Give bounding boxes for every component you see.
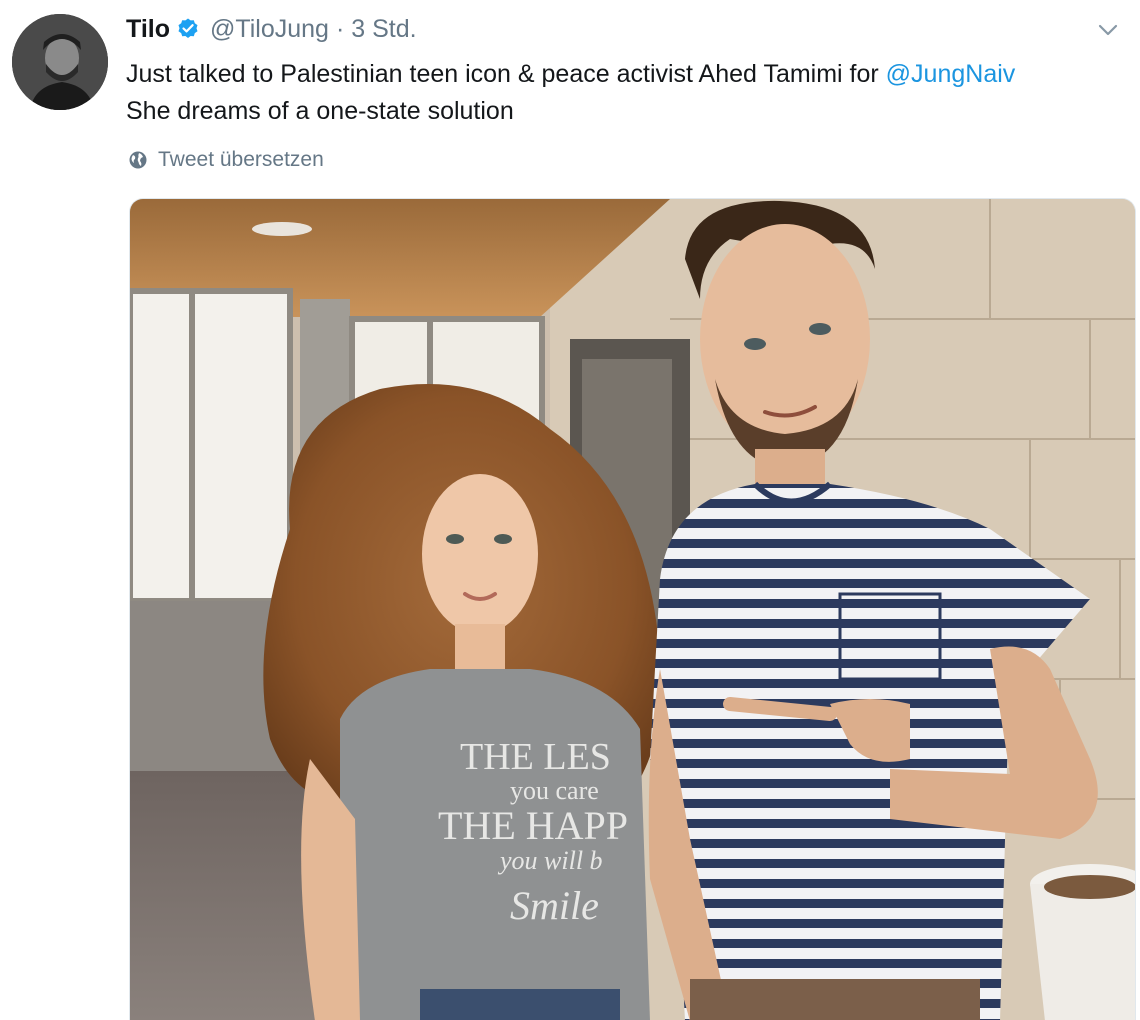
globe-icon: [128, 150, 148, 170]
photo-image: THE LES you care THE HAPP you will b Smi…: [130, 199, 1135, 1020]
shirt-text-line-3: THE HAPP: [438, 803, 628, 848]
shirt-text-line-1: THE LES: [460, 736, 611, 778]
avatar[interactable]: [12, 14, 108, 110]
user-handle[interactable]: @TiloJung: [210, 15, 329, 44]
tweet-text: Just talked to Palestinian teen icon & p…: [126, 56, 1126, 130]
tweet-text-line-2: She dreams of a one-state solution: [126, 97, 514, 125]
shirt-text-line-5: Smile: [510, 883, 599, 928]
translate-tweet-link[interactable]: Tweet übersetzen: [128, 146, 324, 174]
tweet-header: Tilo @TiloJung · 3 Std.: [126, 12, 417, 46]
shirt-text-line-2: you care: [510, 776, 599, 805]
tweet-text-content: Just talked to Palestinian teen icon & p…: [126, 60, 886, 88]
tweet-text-line-1: Just talked to Palestinian teen icon & p…: [126, 56, 1126, 93]
tweet-photo[interactable]: THE LES you care THE HAPP you will b Smi…: [129, 198, 1136, 1020]
avatar-image: [12, 14, 108, 110]
mention-link[interactable]: @JungNaiv: [886, 60, 1016, 88]
tweet: Tilo @TiloJung · 3 Std. Just talked to P…: [0, 0, 1140, 1020]
display-name[interactable]: Tilo: [126, 15, 170, 44]
shirt-text-line-4: you will b: [497, 846, 603, 875]
translate-label: Tweet übersetzen: [158, 148, 324, 171]
tweet-timestamp[interactable]: 3 Std.: [351, 15, 416, 44]
verified-badge-icon: [176, 17, 200, 41]
chevron-down-icon[interactable]: [1094, 18, 1122, 42]
separator-dot: ·: [335, 14, 345, 43]
